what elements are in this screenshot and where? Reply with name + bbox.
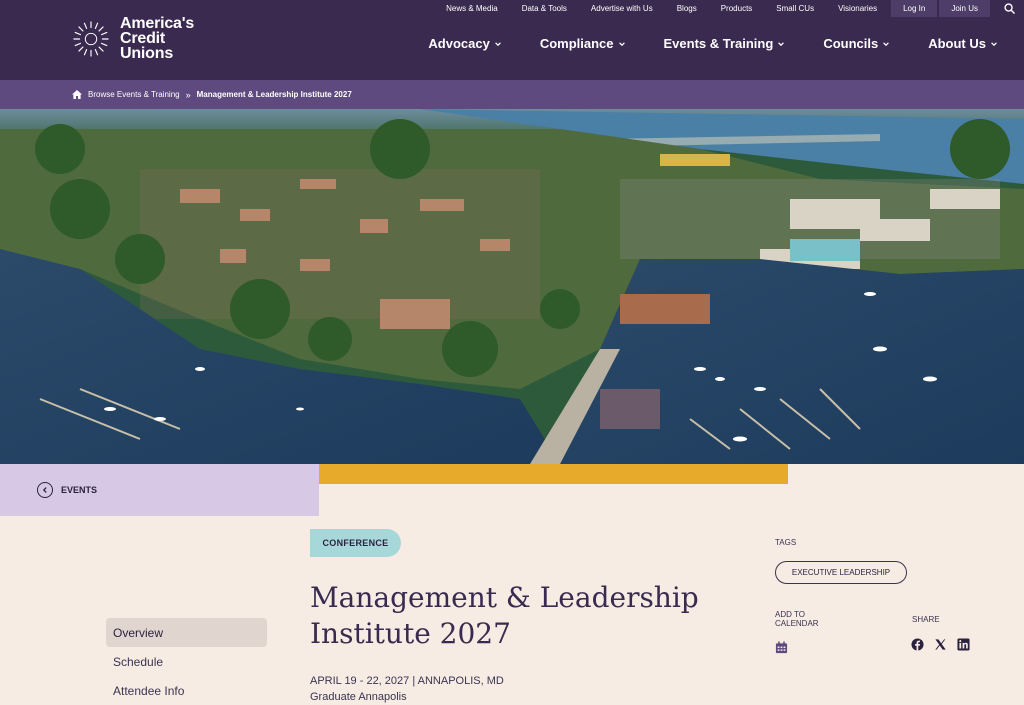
- event-sidebar-nav: Overview Schedule Attendee Info: [106, 618, 267, 705]
- sidebar-item-overview[interactable]: Overview: [106, 618, 267, 647]
- nav-advocacy[interactable]: Advocacy: [390, 36, 501, 51]
- add-to-calendar-label: ADD TO CALENDAR: [775, 610, 835, 628]
- utility-link-advertise[interactable]: Advertise with Us: [579, 0, 665, 17]
- logo-text: America's Credit Unions: [120, 15, 195, 62]
- breadcrumb-current: Management & Leadership Institute 2027: [196, 90, 352, 99]
- sidebar-item-attendee-info[interactable]: Attendee Info: [106, 676, 267, 705]
- logo-sunburst-icon: [73, 20, 109, 57]
- chevron-down-icon: [494, 41, 501, 46]
- linkedin-icon[interactable]: [957, 638, 970, 651]
- chevron-down-icon: [778, 41, 785, 46]
- accent-bar: [319, 464, 788, 484]
- sidebar-item-schedule[interactable]: Schedule: [106, 647, 267, 676]
- chevron-down-icon: [991, 41, 997, 46]
- chevron-down-icon: [618, 41, 625, 46]
- logo-line-3: Unions: [120, 45, 174, 62]
- back-to-events-link[interactable]: EVENTS: [0, 464, 319, 516]
- page-title-line-2: Institute 2027: [310, 617, 511, 650]
- site-logo[interactable]: America's Credit Unions: [72, 15, 195, 62]
- nav-councils[interactable]: Councils: [785, 36, 890, 51]
- breadcrumb: Browse Events & Training » Management & …: [0, 80, 1024, 109]
- logo-line-1: America's: [120, 15, 195, 32]
- login-button[interactable]: Log In: [891, 0, 938, 17]
- search-icon[interactable]: [994, 0, 1024, 17]
- tags-label: TAGS: [775, 538, 797, 547]
- chevron-left-icon: [37, 482, 53, 498]
- utility-nav: News & Media Data & Tools Advertise with…: [434, 0, 1024, 17]
- nav-events-training[interactable]: Events & Training: [626, 36, 786, 51]
- share-icons: [911, 638, 970, 651]
- logo-line-2: Credit: [120, 30, 166, 47]
- calendar-label-line-2: CALENDAR: [775, 619, 819, 628]
- nav-compliance-label: Compliance: [539, 36, 614, 51]
- nav-about-us[interactable]: About Us: [890, 36, 998, 51]
- utility-link-data[interactable]: Data & Tools: [510, 0, 579, 17]
- utility-link-visionaries[interactable]: Visionaries: [826, 0, 889, 17]
- nav-compliance[interactable]: Compliance: [502, 36, 626, 51]
- page-title: Management & Leadership Institute 2027: [310, 580, 730, 652]
- hero-image: [0, 109, 1024, 464]
- utility-link-blogs[interactable]: Blogs: [665, 0, 709, 17]
- breadcrumb-parent[interactable]: Browse Events & Training: [88, 90, 180, 99]
- page-title-line-1: Management & Leadership: [310, 581, 699, 614]
- breadcrumb-separator: »: [185, 89, 191, 100]
- home-icon[interactable]: [72, 90, 82, 99]
- utility-link-products[interactable]: Products: [709, 0, 765, 17]
- utility-link-small-cus[interactable]: Small CUs: [764, 0, 826, 17]
- nav-events-training-label: Events & Training: [663, 36, 774, 51]
- site-header: America's Credit Unions News & Media Dat…: [0, 0, 1024, 80]
- nav-councils-label: Councils: [823, 36, 879, 51]
- nav-about-us-label: About Us: [928, 36, 986, 51]
- calendar-label-line-1: ADD TO: [775, 610, 805, 619]
- facebook-icon[interactable]: [911, 638, 924, 651]
- event-type-badge: CONFERENCE: [310, 529, 401, 557]
- event-venue: Graduate Annapolis: [310, 691, 407, 703]
- nav-advocacy-label: Advocacy: [428, 36, 490, 51]
- chevron-down-icon: [883, 41, 890, 46]
- tag-executive-leadership[interactable]: EXECUTIVE LEADERSHIP: [775, 561, 907, 584]
- share-label: SHARE: [912, 615, 940, 624]
- utility-link-news[interactable]: News & Media: [434, 0, 510, 17]
- main-nav: Advocacy Compliance Events & Training Co…: [390, 36, 998, 51]
- join-button[interactable]: Join Us: [939, 0, 990, 17]
- calendar-icon[interactable]: [775, 641, 788, 654]
- back-link-label: EVENTS: [61, 485, 98, 495]
- x-icon[interactable]: [934, 638, 947, 651]
- event-dates: APRIL 19 - 22, 2027 | ANNAPOLIS, MD: [310, 675, 504, 687]
